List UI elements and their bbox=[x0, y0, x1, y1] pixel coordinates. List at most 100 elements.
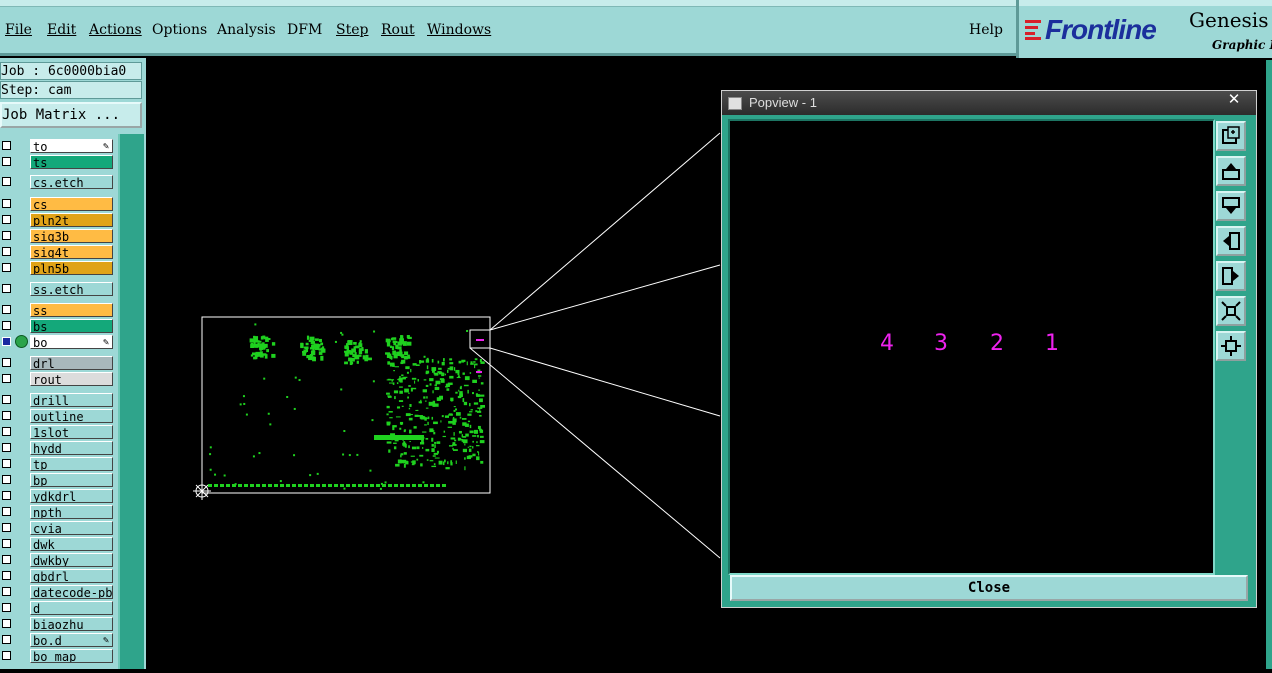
layer-name[interactable]: cs bbox=[30, 197, 113, 211]
layer-checkbox[interactable] bbox=[2, 427, 11, 436]
zoom-in-icon[interactable] bbox=[1216, 296, 1246, 326]
layer-row-ydkdrl[interactable]: ydkdrl bbox=[0, 488, 116, 504]
close-icon[interactable]: ✕ bbox=[1220, 91, 1248, 107]
layer-checkbox[interactable] bbox=[2, 475, 11, 484]
layer-name[interactable]: hydd bbox=[30, 441, 113, 455]
layer-checkbox[interactable] bbox=[2, 587, 11, 596]
layer-name[interactable]: ss.etch bbox=[30, 282, 113, 296]
layer-row-cs-etch[interactable]: cs.etch bbox=[0, 174, 116, 190]
layer-checkbox[interactable] bbox=[2, 177, 11, 186]
layer-list-scrollbar[interactable] bbox=[118, 134, 144, 669]
layer-checkbox[interactable] bbox=[2, 141, 11, 150]
layer-checkbox[interactable] bbox=[2, 571, 11, 580]
layer-checkbox[interactable] bbox=[2, 263, 11, 272]
layer-checkbox[interactable] bbox=[2, 635, 11, 644]
layer-checkbox[interactable] bbox=[2, 247, 11, 256]
layer-row-bs[interactable]: bs bbox=[0, 318, 116, 334]
layer-name[interactable]: 1slot bbox=[30, 425, 113, 439]
layer-name[interactable]: drl bbox=[30, 356, 113, 370]
layer-checkbox[interactable] bbox=[2, 374, 11, 383]
layer-name[interactable]: tp bbox=[30, 457, 113, 471]
layer-row-pln5b[interactable]: pln5b bbox=[0, 260, 116, 276]
layer-checkbox[interactable] bbox=[2, 491, 11, 500]
popview-titlebar[interactable]: Popview - 1 ✕ bbox=[722, 91, 1256, 115]
layer-name[interactable]: pln5b bbox=[30, 261, 113, 275]
layer-checkbox[interactable] bbox=[2, 555, 11, 564]
pan-right-icon[interactable] bbox=[1216, 261, 1246, 291]
layer-checkbox[interactable] bbox=[2, 305, 11, 314]
menu-edit[interactable]: Edit bbox=[47, 22, 76, 38]
layer-row-outline[interactable]: outline bbox=[0, 408, 116, 424]
layer-row-biaozhu[interactable]: biaozhu bbox=[0, 616, 116, 632]
layer-checkbox[interactable] bbox=[2, 523, 11, 532]
layer-row-1slot[interactable]: 1slot bbox=[0, 424, 116, 440]
layer-checkbox[interactable] bbox=[2, 619, 11, 628]
layer-row-pln2t[interactable]: pln2t bbox=[0, 212, 116, 228]
layer-checkbox[interactable] bbox=[2, 411, 11, 420]
layer-row-cvia[interactable]: cvia bbox=[0, 520, 116, 536]
layer-row-tp[interactable]: tp bbox=[0, 456, 116, 472]
menu-windows[interactable]: Windows bbox=[427, 22, 491, 38]
layer-row-gbdrl[interactable]: gbdrl bbox=[0, 568, 116, 584]
layer-checkbox[interactable] bbox=[2, 507, 11, 516]
menu-help[interactable]: Help bbox=[969, 22, 1003, 38]
layer-row-sig3b[interactable]: sig3b bbox=[0, 228, 116, 244]
layer-checkbox[interactable] bbox=[2, 231, 11, 240]
layer-row-dwk[interactable]: dwk bbox=[0, 536, 116, 552]
layer-name[interactable]: rout bbox=[30, 372, 113, 386]
layer-name[interactable]: ts bbox=[30, 155, 113, 169]
zoom-home-icon[interactable] bbox=[1216, 121, 1246, 151]
layer-name[interactable]: ss bbox=[30, 303, 113, 317]
layer-row-bp[interactable]: bp bbox=[0, 472, 116, 488]
layer-checkbox[interactable] bbox=[2, 284, 11, 293]
layer-name[interactable]: bp bbox=[30, 473, 113, 487]
layer-row-drl[interactable]: drl bbox=[0, 355, 116, 371]
layer-checkbox[interactable] bbox=[2, 337, 11, 346]
pan-down-icon[interactable] bbox=[1216, 191, 1246, 221]
layer-name[interactable]: to ✎ bbox=[30, 139, 113, 153]
layer-name[interactable]: sig4t bbox=[30, 245, 113, 259]
layer-row-bo-map[interactable]: bo_map bbox=[0, 648, 116, 664]
popview-close-button[interactable]: Close bbox=[730, 575, 1248, 601]
layer-name[interactable]: bs bbox=[30, 319, 113, 333]
layer-checkbox[interactable] bbox=[2, 539, 11, 548]
layer-row-sig4t[interactable]: sig4t bbox=[0, 244, 116, 260]
layer-row-drill[interactable]: drill bbox=[0, 392, 116, 408]
layer-name[interactable]: ydkdrl bbox=[30, 489, 113, 503]
menu-dfm[interactable]: DFM bbox=[287, 22, 322, 38]
menu-analysis[interactable]: Analysis bbox=[217, 22, 276, 38]
layer-row-d[interactable]: d bbox=[0, 600, 116, 616]
layer-name[interactable]: datecode-pbe bbox=[30, 585, 113, 599]
menu-rout[interactable]: Rout bbox=[381, 22, 415, 38]
layer-name[interactable]: d bbox=[30, 601, 113, 615]
layer-name[interactable]: dwk bbox=[30, 537, 113, 551]
pan-up-icon[interactable] bbox=[1216, 156, 1246, 186]
layer-name[interactable]: biaozhu bbox=[30, 617, 113, 631]
layer-row-npth[interactable]: npth bbox=[0, 504, 116, 520]
layer-row-ss-etch[interactable]: ss.etch bbox=[0, 281, 116, 297]
menu-options[interactable]: Options bbox=[152, 22, 207, 38]
layer-name[interactable]: drill bbox=[30, 393, 113, 407]
layer-name[interactable]: bo.d ✎ bbox=[30, 633, 113, 647]
popview-graphics[interactable]: 4 3 2 1 bbox=[728, 119, 1215, 575]
layer-checkbox[interactable] bbox=[2, 651, 11, 660]
layer-name[interactable]: cvia bbox=[30, 521, 113, 535]
layer-checkbox[interactable] bbox=[2, 395, 11, 404]
layer-row-cs[interactable]: cs bbox=[0, 196, 116, 212]
layer-name[interactable]: gbdrl bbox=[30, 569, 113, 583]
layer-row-bo[interactable]: bo ✎ bbox=[0, 334, 116, 350]
layer-name[interactable]: cs.etch bbox=[30, 175, 113, 189]
layer-checkbox[interactable] bbox=[2, 215, 11, 224]
layer-row-rout[interactable]: rout bbox=[0, 371, 116, 387]
layer-name[interactable]: bo ✎ bbox=[30, 335, 113, 349]
layer-name[interactable]: pln2t bbox=[30, 213, 113, 227]
layer-checkbox[interactable] bbox=[2, 603, 11, 612]
menu-file[interactable]: File bbox=[5, 22, 32, 38]
layer-checkbox[interactable] bbox=[2, 443, 11, 452]
layer-checkbox[interactable] bbox=[2, 459, 11, 468]
job-matrix-button[interactable]: Job Matrix ... bbox=[0, 102, 142, 128]
layer-name[interactable]: bo_map bbox=[30, 649, 113, 663]
zoom-out-icon[interactable] bbox=[1216, 331, 1246, 361]
layer-row-dwkby[interactable]: dwkby bbox=[0, 552, 116, 568]
layer-row-datecode-pbe[interactable]: datecode-pbe bbox=[0, 584, 116, 600]
